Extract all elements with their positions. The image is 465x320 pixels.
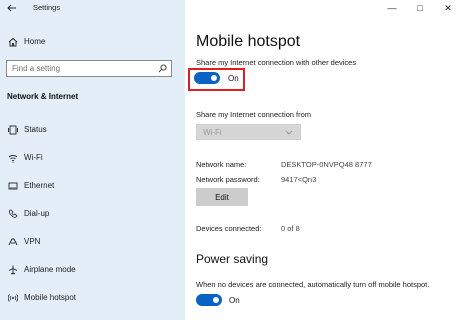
- wifi-icon: [8, 153, 18, 163]
- section-title: Network & Internet: [7, 92, 79, 101]
- vpn-icon: [8, 237, 18, 247]
- ethernet-icon: [8, 181, 18, 191]
- edit-button[interactable]: Edit: [196, 188, 248, 206]
- dialup-icon: [8, 209, 18, 219]
- page-title: Mobile hotspot: [196, 33, 301, 50]
- share-toggle-state: On: [228, 74, 239, 83]
- network-password-value: 9417<Qn3: [281, 175, 317, 184]
- app-title: Settings: [33, 3, 61, 12]
- power-saving-description: When no devices are connected, automatic…: [196, 280, 430, 289]
- status-icon: [8, 125, 18, 135]
- main-panel: — □ ✕ Mobile hotspot Share my Internet c…: [185, 0, 465, 320]
- sidebar: Settings Home Network & Internet Status …: [0, 0, 185, 320]
- sidebar-item-label: Airplane mode: [24, 265, 76, 274]
- sidebar-item-label: Status: [24, 125, 47, 134]
- network-name-value: DESKTOP-0NVPQ48 8777: [281, 160, 372, 169]
- sidebar-item-label: Ethernet: [24, 181, 55, 190]
- share-connection-toggle[interactable]: [194, 72, 220, 84]
- window-controls: — □ ✕: [375, 0, 465, 18]
- home-icon: [8, 37, 18, 47]
- sidebar-item-label: Mobile hotspot: [24, 293, 77, 302]
- power-toggle-state: On: [229, 296, 240, 305]
- network-password-label: Network password:: [196, 175, 260, 184]
- share-from-label: Share my Internet connection from: [196, 110, 312, 119]
- sidebar-item-ethernet[interactable]: Ethernet: [0, 177, 185, 195]
- devices-connected-label: Devices connected:: [196, 224, 262, 233]
- sidebar-item-home[interactable]: Home: [0, 34, 185, 50]
- sidebar-item-wifi[interactable]: Wi-Fi: [0, 149, 185, 167]
- dropdown-value: Wi-Fi: [203, 128, 222, 137]
- chevron-down-icon: [284, 127, 294, 139]
- power-saving-title: Power saving: [196, 252, 269, 266]
- search-input[interactable]: [7, 61, 147, 76]
- toggle-knob: [213, 297, 219, 303]
- sidebar-item-dialup[interactable]: Dial-up: [0, 205, 185, 223]
- share-connection-label: Share my Internet connection with other …: [196, 58, 357, 67]
- sidebar-item-vpn[interactable]: VPN: [0, 233, 185, 251]
- toggle-knob: [211, 75, 217, 81]
- airplane-icon: [8, 265, 18, 275]
- sidebar-item-airplane-mode[interactable]: Airplane mode: [0, 261, 185, 279]
- devices-connected-value: 0 of 8: [281, 224, 300, 233]
- hotspot-icon: [7, 293, 19, 303]
- share-from-dropdown[interactable]: Wi-Fi: [196, 124, 301, 140]
- sidebar-item-label: VPN: [24, 237, 41, 246]
- minimize-icon[interactable]: —: [385, 2, 399, 14]
- network-name-label: Network name:: [196, 160, 247, 169]
- close-icon[interactable]: ✕: [441, 2, 455, 14]
- sidebar-item-label: Home: [24, 37, 46, 46]
- sidebar-item-label: Wi-Fi: [24, 153, 43, 162]
- sidebar-item-mobile-hotspot[interactable]: Mobile hotspot: [0, 289, 185, 307]
- maximize-icon[interactable]: □: [413, 2, 427, 14]
- search-icon[interactable]: [158, 64, 167, 73]
- back-arrow-icon[interactable]: [6, 2, 18, 14]
- title-bar: Settings: [0, 0, 185, 18]
- search-box[interactable]: [6, 60, 172, 77]
- sidebar-item-label: Dial-up: [24, 209, 50, 218]
- power-saving-toggle[interactable]: [196, 294, 222, 306]
- sidebar-item-status[interactable]: Status: [0, 121, 185, 139]
